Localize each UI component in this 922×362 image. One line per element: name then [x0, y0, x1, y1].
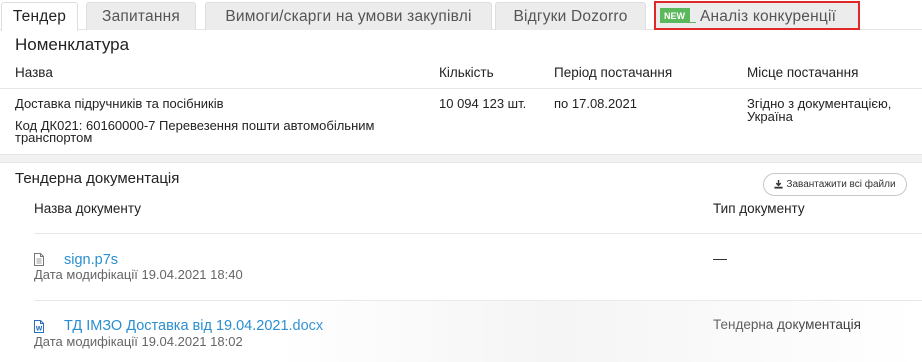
- header-doc-type: Тип документу: [713, 201, 805, 216]
- item-quantity: 10 094 123 шт.: [439, 96, 527, 111]
- file-icon: [34, 253, 44, 266]
- header-doc-name: Назва документу: [34, 201, 141, 216]
- new-badge: NEW: [660, 8, 697, 23]
- doc-link[interactable]: ТД ІМЗО Доставка від 19.04.2021.docx: [64, 318, 323, 334]
- doc-link[interactable]: sign.p7s: [64, 252, 118, 268]
- header-name: Назва: [15, 65, 53, 80]
- header-quantity: Кількість: [439, 65, 494, 80]
- divider: [34, 233, 922, 234]
- doc-type: Тендерна документація: [713, 317, 861, 332]
- tab-questions[interactable]: Запитання: [86, 2, 196, 30]
- tab-complaints[interactable]: Вимоги/скарги на умови закупівлі: [205, 2, 492, 30]
- item-code-line2: транспортом: [15, 130, 93, 145]
- header-delivery-place: Місце постачання: [747, 65, 859, 80]
- download-all-label: Завантажити всі файли: [786, 179, 896, 190]
- divider: [34, 300, 922, 301]
- tab-bar: Тендер Запитання Вимоги/скарги на умови …: [0, 0, 922, 31]
- item-name: Доставка підручників та посібників: [15, 96, 224, 111]
- section-separator: [0, 154, 922, 163]
- item-place-line2: Україна: [747, 109, 793, 124]
- tab-tender[interactable]: Тендер: [1, 2, 78, 31]
- tab-dozorro-reviews[interactable]: Відгуки Dozorro: [495, 2, 646, 30]
- download-all-button[interactable]: Завантажити всі файли: [763, 173, 907, 196]
- nomenclature-title: Номенклатура: [15, 35, 130, 54]
- docs-title: Тендерна документація: [15, 170, 180, 187]
- header-delivery-period: Період постачання: [554, 65, 673, 80]
- svg-text:W: W: [36, 326, 43, 333]
- doc-modified: Дата модифікації 19.04.2021 18:02: [34, 334, 243, 349]
- download-icon: [774, 180, 783, 189]
- doc-modified: Дата модифікації 19.04.2021 18:40: [34, 267, 243, 282]
- item-period: по 17.08.2021: [554, 96, 637, 111]
- doc-type: —: [713, 250, 727, 266]
- divider: [0, 88, 922, 89]
- nomenclature-section: Номенклатура Назва Кількість Період пост…: [0, 30, 922, 154]
- word-file-icon: W: [34, 320, 44, 333]
